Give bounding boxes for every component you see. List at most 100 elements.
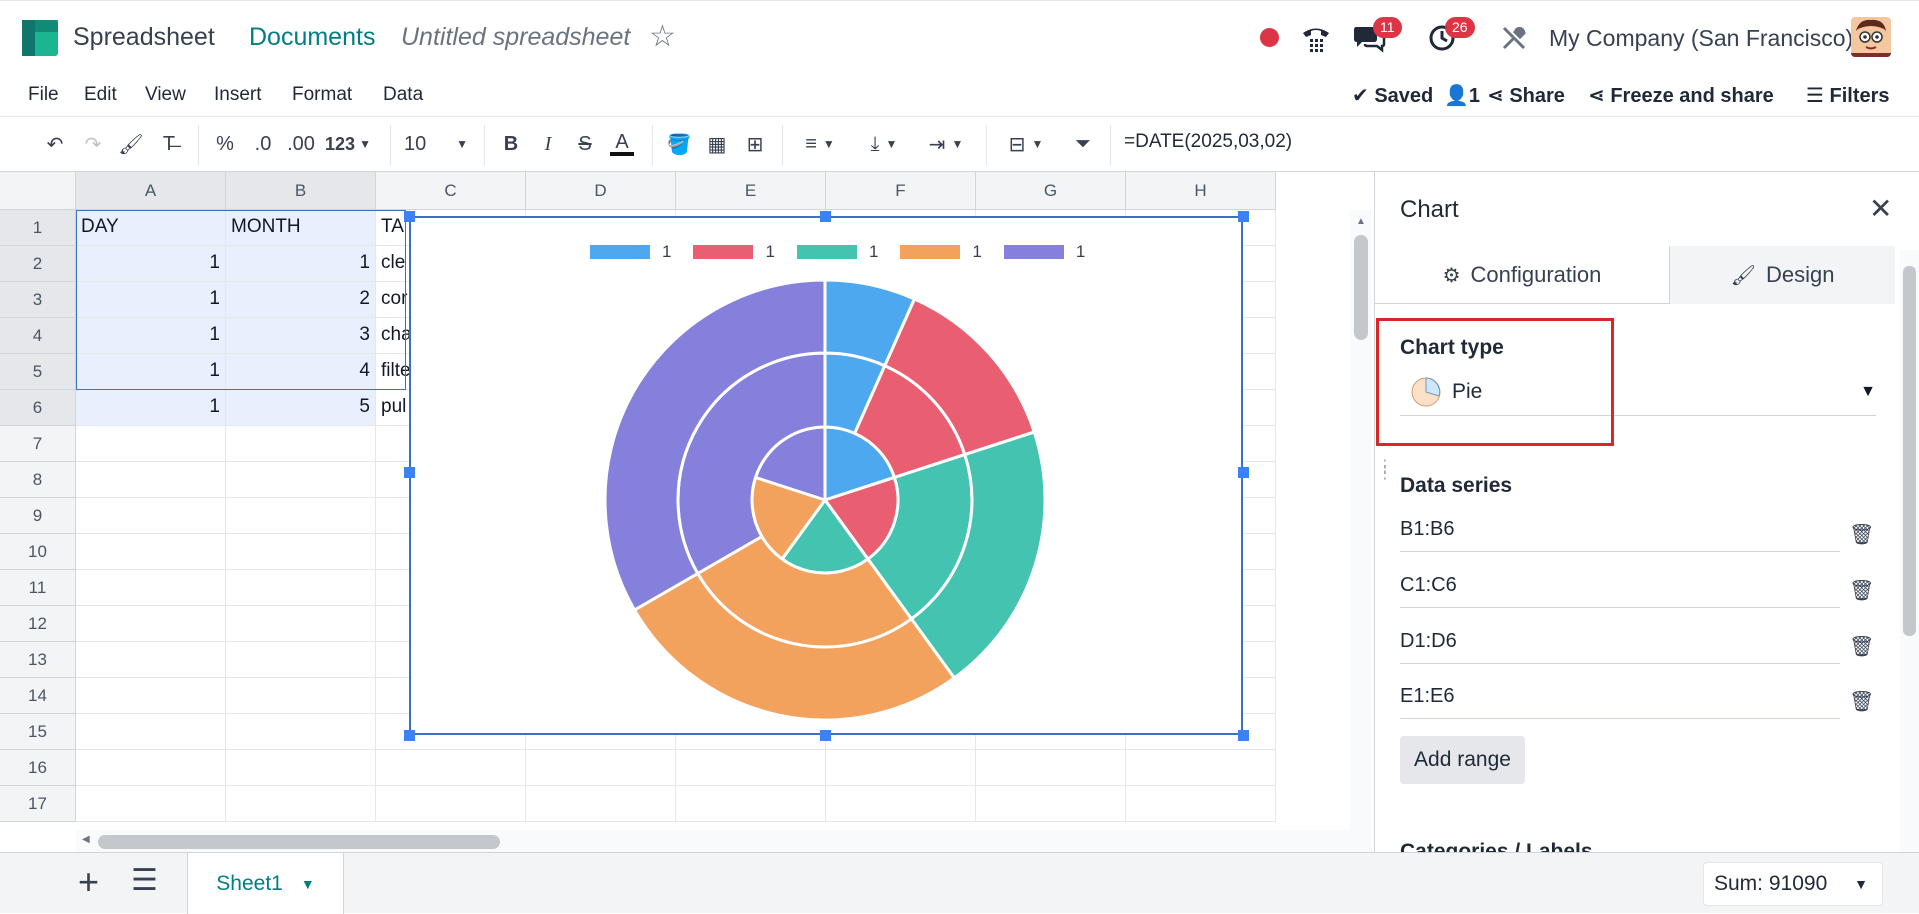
scroll-up-arrow[interactable]: ▲	[1350, 216, 1372, 227]
menu-view[interactable]: View	[145, 84, 186, 106]
all-sheets-menu-icon[interactable]: ☰	[131, 863, 158, 898]
column-header[interactable]: C	[376, 172, 526, 210]
panel-scrollbar[interactable]	[1900, 250, 1919, 852]
grid-cell[interactable]: 1	[76, 390, 226, 426]
paint-format-icon[interactable]: 🖌	[116, 127, 146, 161]
grid-cell[interactable]: 1	[76, 282, 226, 318]
grid-cell[interactable]	[226, 570, 376, 606]
grid-cell[interactable]: 1	[76, 318, 226, 354]
grid-cell[interactable]	[226, 534, 376, 570]
phone-icon[interactable]	[1300, 23, 1332, 53]
row-header[interactable]: 8	[0, 462, 76, 498]
column-header[interactable]: E	[676, 172, 826, 210]
borders-icon[interactable]: ▦	[702, 127, 732, 161]
row-header[interactable]: 16	[0, 750, 76, 786]
document-title[interactable]: Untitled spreadsheet	[401, 23, 630, 52]
grid-cell[interactable]	[826, 750, 976, 786]
resize-handle-top-left[interactable]	[404, 211, 415, 222]
resize-handle-top[interactable]	[820, 211, 831, 222]
menu-file[interactable]: File	[28, 84, 59, 106]
column-header[interactable]: H	[1126, 172, 1276, 210]
tab-configuration[interactable]: ⚙ Configuration	[1375, 246, 1669, 304]
caret-down-icon[interactable]: ▼	[301, 876, 315, 892]
spreadsheet-app-logo[interactable]	[22, 20, 58, 56]
grid-cell[interactable]: 1	[226, 246, 376, 282]
grid-cell[interactable]	[226, 678, 376, 714]
legend-item[interactable]: 1	[796, 242, 878, 262]
bold-button[interactable]: B	[496, 127, 526, 161]
data-series-range-input[interactable]: B1:B6	[1400, 512, 1840, 552]
column-header[interactable]: D	[526, 172, 676, 210]
grid-cell[interactable]	[76, 678, 226, 714]
grid-cell[interactable]	[1126, 750, 1276, 786]
grid-cell[interactable]	[226, 642, 376, 678]
grid-cell[interactable]: 1	[76, 354, 226, 390]
tab-design[interactable]: 🖌 Design	[1669, 246, 1895, 304]
grid-cell[interactable]	[226, 462, 376, 498]
resize-handle-top-right[interactable]	[1238, 211, 1249, 222]
grid-cell[interactable]	[376, 786, 526, 822]
share-button[interactable]: ⋖ Share	[1487, 83, 1565, 108]
grid-cell[interactable]	[76, 462, 226, 498]
grid-cell[interactable]	[76, 750, 226, 786]
number-format-dropdown[interactable]: 123 ▼	[322, 127, 374, 161]
grid-cell[interactable]: 4	[226, 354, 376, 390]
formula-bar[interactable]: =DATE(2025,03,02)	[1124, 131, 1292, 153]
select-all-corner[interactable]	[0, 172, 76, 210]
text-wrapping-dropdown[interactable]: ⇥ ▼	[920, 127, 972, 161]
grid-cell[interactable]	[226, 714, 376, 750]
grid-cell[interactable]	[526, 750, 676, 786]
clear-format-icon[interactable]: T̶	[154, 127, 184, 161]
row-header[interactable]: 4	[0, 318, 76, 354]
row-header[interactable]: 6	[0, 390, 76, 426]
row-header[interactable]: 11	[0, 570, 76, 606]
horizontal-align-dropdown[interactable]: ≡ ▼	[794, 127, 846, 161]
row-header[interactable]: 13	[0, 642, 76, 678]
grid-cell[interactable]	[676, 750, 826, 786]
resize-handle-bottom[interactable]	[820, 730, 831, 741]
trash-icon[interactable]: 🗑	[1849, 578, 1874, 603]
favorite-star-icon[interactable]: ☆	[649, 19, 676, 54]
grid-cell[interactable]	[226, 750, 376, 786]
grid-cell[interactable]: 3	[226, 318, 376, 354]
row-header[interactable]: 1	[0, 210, 76, 246]
row-header[interactable]: 7	[0, 426, 76, 462]
italic-button[interactable]: I	[533, 127, 563, 161]
trash-icon[interactable]: 🗑	[1849, 522, 1874, 547]
grid-cell[interactable]	[226, 426, 376, 462]
row-header[interactable]: 2	[0, 246, 76, 282]
column-header[interactable]: G	[976, 172, 1126, 210]
legend-item[interactable]: 1	[1003, 242, 1085, 262]
grid-cell[interactable]: 2	[226, 282, 376, 318]
debug-tools-icon[interactable]	[1501, 25, 1527, 51]
redo-icon[interactable]: ↷	[78, 127, 108, 161]
row-header[interactable]: 12	[0, 606, 76, 642]
grid-cell[interactable]	[76, 534, 226, 570]
trash-icon[interactable]: 🗑	[1849, 634, 1874, 659]
data-series-range-input[interactable]: E1:E6	[1400, 679, 1840, 719]
increase-decimal-button[interactable]: .00	[284, 127, 318, 161]
grid-cell[interactable]	[76, 426, 226, 462]
column-header[interactable]: A	[76, 172, 226, 210]
grid-cell[interactable]	[226, 498, 376, 534]
horizontal-scroll-thumb[interactable]	[98, 835, 500, 849]
pie-chart-svg[interactable]	[600, 275, 1050, 725]
resize-handle-bottom-left[interactable]	[404, 730, 415, 741]
menu-edit[interactable]: Edit	[84, 84, 117, 106]
company-switcher[interactable]: My Company (San Francisco)	[1549, 25, 1853, 52]
menu-insert[interactable]: Insert	[214, 84, 262, 106]
format-percent-button[interactable]: %	[210, 127, 240, 161]
legend-item[interactable]: 1	[900, 242, 982, 262]
grid-cell[interactable]	[76, 786, 226, 822]
grid-cell[interactable]	[376, 750, 526, 786]
trash-icon[interactable]: 🗑	[1849, 689, 1874, 714]
grid-cell[interactable]: 1	[76, 246, 226, 282]
legend-item[interactable]: 1	[693, 242, 775, 262]
breadcrumb-documents[interactable]: Documents	[249, 23, 375, 52]
panel-scroll-thumb[interactable]	[1903, 266, 1916, 636]
collaborators-indicator[interactable]: 👤1	[1444, 83, 1480, 108]
grid-cell[interactable]	[226, 606, 376, 642]
grid-cell[interactable]	[526, 786, 676, 822]
resize-handle-right[interactable]	[1238, 467, 1249, 478]
grid-cell[interactable]	[976, 750, 1126, 786]
